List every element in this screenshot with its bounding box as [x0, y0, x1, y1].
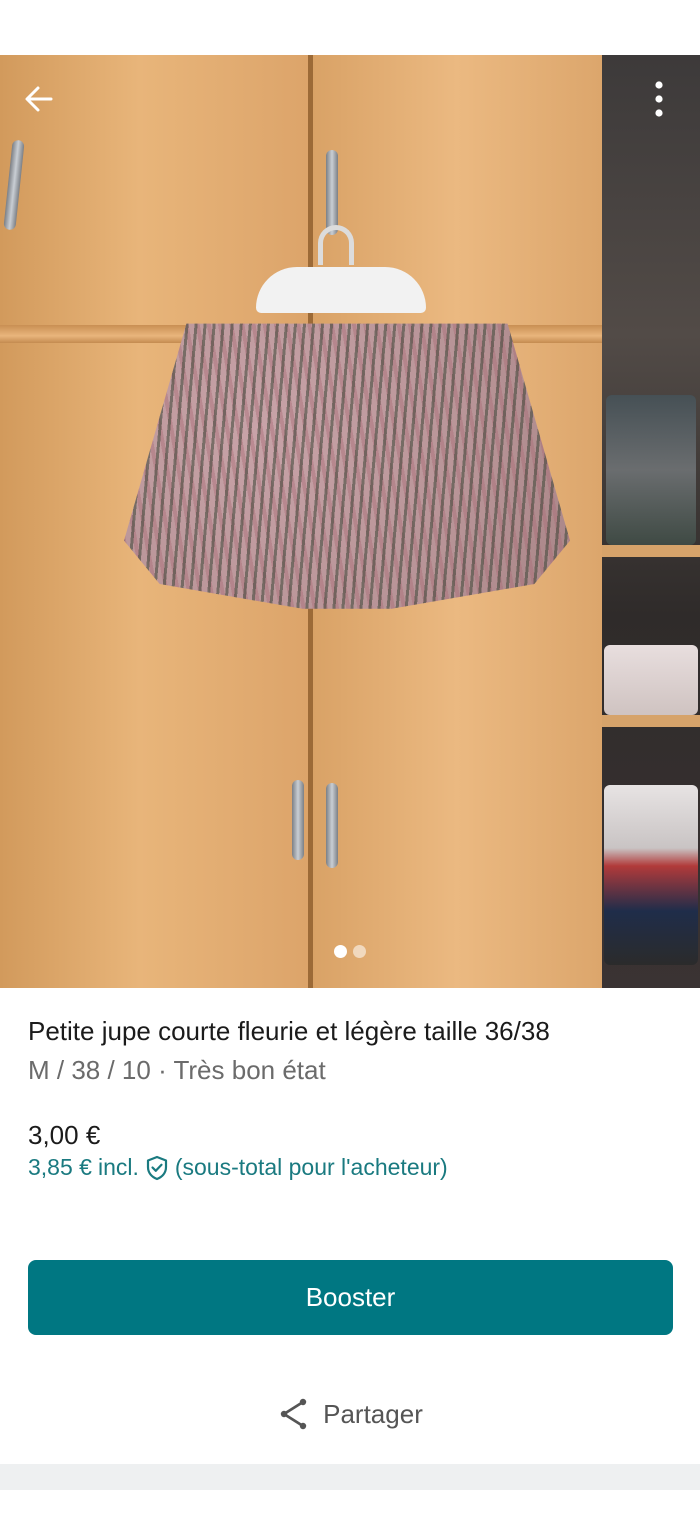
photo-side-shelf	[602, 545, 700, 557]
item-details: M / 38 / 10 · Très bon état	[28, 1055, 326, 1085]
photo-door-handle	[292, 780, 304, 860]
photo-door-handle	[326, 783, 338, 868]
more-options-button[interactable]	[638, 80, 680, 122]
share-button[interactable]: Partager	[0, 1388, 700, 1440]
share-icon	[277, 1397, 311, 1431]
item-price: 3,00 €	[28, 1120, 101, 1150]
photo-folded-clothes	[604, 645, 698, 715]
gallery-pagination	[0, 945, 700, 958]
photo-folded-clothes	[606, 395, 696, 545]
back-button[interactable]	[18, 80, 60, 122]
share-label: Partager	[323, 1398, 423, 1429]
photo-hanger	[256, 267, 426, 313]
item-title: Petite jupe courte fleurie et légère tai…	[28, 1016, 550, 1046]
buyer-price: 3,85 €	[28, 1154, 92, 1180]
photo-side-shelf	[602, 715, 700, 727]
product-photo[interactable]	[0, 55, 700, 988]
more-vertical-icon	[654, 80, 664, 123]
buyer-price-info[interactable]: 3,85 € incl. (sous-total pour l'acheteur…	[28, 1154, 448, 1181]
buyer-incl-label: incl.	[97, 1154, 139, 1180]
status-bar	[0, 0, 700, 55]
photo-hanger-hook	[318, 225, 354, 265]
arrow-left-icon	[23, 83, 55, 120]
photo-door-handle	[326, 150, 338, 235]
photo-folded-clothes	[604, 785, 698, 965]
photo-skirt	[124, 323, 570, 609]
bottom-divider-band	[0, 1464, 700, 1490]
gallery-dot[interactable]	[353, 945, 366, 958]
booster-button[interactable]: Booster	[28, 1260, 673, 1335]
buyer-note: (sous-total pour l'acheteur)	[174, 1154, 448, 1180]
gallery-dot-active[interactable]	[334, 945, 347, 958]
shield-check-icon	[145, 1155, 169, 1181]
